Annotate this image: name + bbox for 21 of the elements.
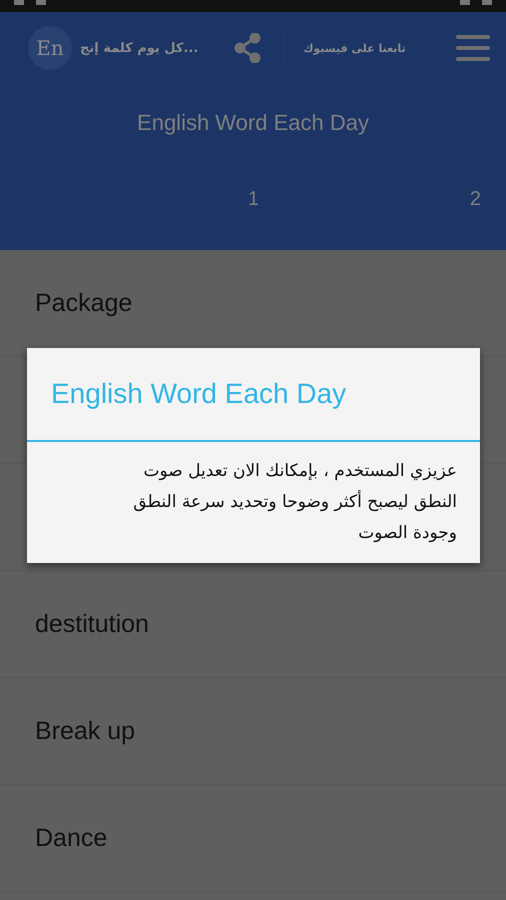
dialog-message: عزيزي المستخدم ، بإمكانك الان تعديل صوت النطق ليصبح أكثر وضوحا وتحديد سرعة النطق وجودة الصوت [132,460,458,545]
list-row[interactable]: Break up [0,678,506,785]
dialog-title: English Word Each Day [27,348,480,442]
status-icon [482,0,492,5]
status-icon [14,0,24,5]
share-icon [234,33,262,63]
page-title: English Word Each Day [136,110,370,136]
word-text: Package [35,288,132,318]
list-row[interactable]: Dance [0,785,506,892]
word-text: Break up [35,716,136,746]
word-text: Dance [35,824,108,852]
list-row[interactable]: destitution [0,571,506,678]
status-icon [36,0,46,5]
menu-icon [456,34,490,62]
facebook-link[interactable]: تابعنا على فيسبوك [303,42,406,54]
word-text: destitution [35,610,149,638]
app-logo: En [28,26,72,70]
status-icon [460,0,470,5]
app-name: كل يوم كلمة إنج... [80,40,198,56]
tab[interactable]: 1 [62,178,284,250]
tab[interactable]: 2 [284,178,506,250]
